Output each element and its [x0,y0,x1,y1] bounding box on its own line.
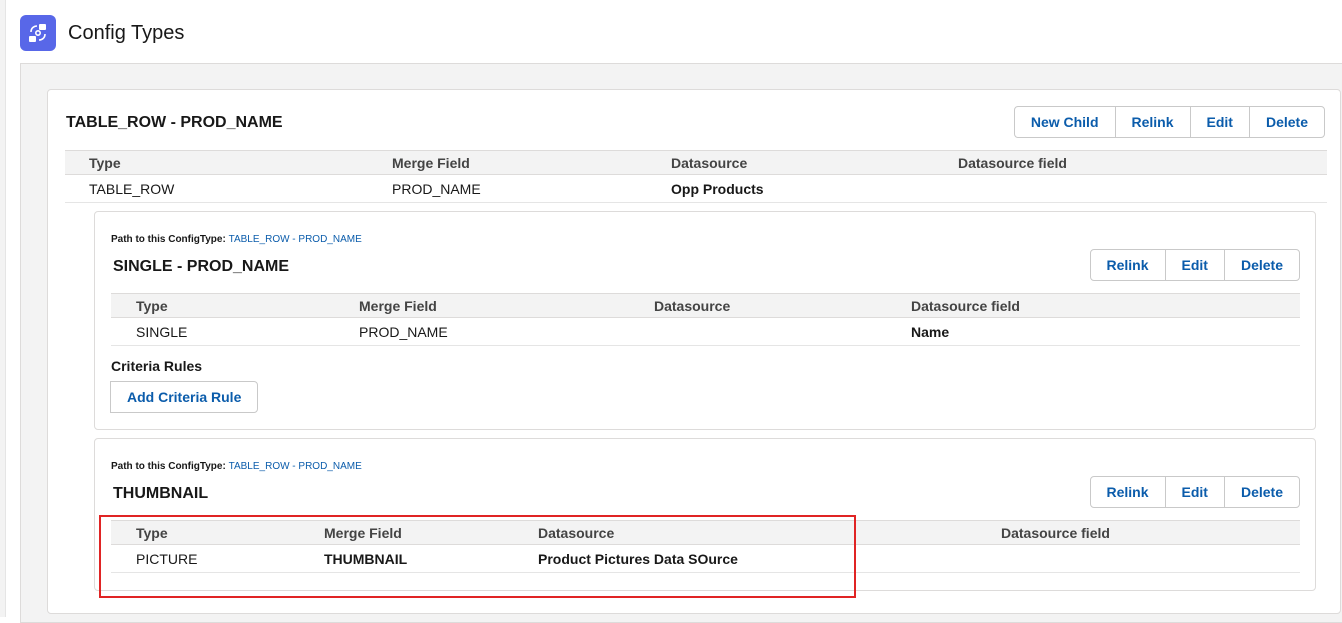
column-header: Merge Field [324,525,402,541]
cell-datasource-field: Name [911,324,950,340]
column-header: Datasource field [958,155,1067,171]
path-link[interactable]: TABLE_ROW - PROD_NAME [229,234,362,245]
table-row: SINGLE PROD_NAME Name [111,318,1300,346]
child-config-card: Path to this ConfigType: TABLE_ROW - PRO… [94,211,1316,430]
table-row: TABLE_ROW PROD_NAME Opp Products [65,175,1327,203]
edit-button[interactable]: Edit [1164,476,1225,508]
cell-type: SINGLE [136,324,188,340]
cell-merge-field: THUMBNAIL [324,551,408,567]
table-header: Type Merge Field Datasource Datasource f… [111,520,1300,545]
column-header: Merge Field [392,155,470,171]
cell-merge-field: PROD_NAME [359,324,448,340]
cell-merge-field: PROD_NAME [392,181,481,197]
relink-button[interactable]: Relink [1089,476,1166,508]
cell-type: PICTURE [136,551,198,567]
column-header: Type [136,298,168,314]
delete-button[interactable]: Delete [1223,249,1300,281]
cell-datasource: Opp Products [671,181,764,197]
config-table: Type Merge Field Datasource Datasource f… [111,520,1300,574]
table-row: PICTURE THUMBNAIL Product Pictures Data … [111,545,1300,573]
config-path: Path to this ConfigType: TABLE_ROW - PRO… [111,234,362,245]
relink-button[interactable]: Relink [1114,106,1191,138]
delete-button[interactable]: Delete [1223,476,1300,508]
config-flow-icon [20,15,56,51]
table-header: Type Merge Field Datasource Datasource f… [65,150,1327,175]
column-header: Type [89,155,121,171]
relink-button[interactable]: Relink [1089,249,1166,281]
table-header: Type Merge Field Datasource Datasource f… [111,293,1300,318]
edit-button[interactable]: Edit [1164,249,1225,281]
card-actions: New Child Relink Edit Delete [1013,106,1325,138]
card-title: TABLE_ROW - PROD_NAME [66,114,283,131]
config-table: Type Merge Field Datasource Datasource f… [111,293,1300,347]
card-actions: Relink Edit Delete [1089,476,1300,508]
column-header: Merge Field [359,298,437,314]
column-header: Datasource [654,298,731,314]
cell-datasource: Product Pictures Data SOurce [538,551,738,567]
column-header: Datasource [538,525,615,541]
cell-type: TABLE_ROW [89,181,175,197]
delete-button[interactable]: Delete [1248,106,1325,138]
left-rail [0,0,6,617]
config-path: Path to this ConfigType: TABLE_ROW - PRO… [111,461,362,472]
column-header: Datasource field [911,298,1020,314]
config-table: Type Merge Field Datasource Datasource f… [65,150,1327,204]
path-label: Path to this ConfigType: [111,461,226,472]
add-criteria-rule-button[interactable]: Add Criteria Rule [110,381,259,413]
new-child-button[interactable]: New Child [1013,106,1116,138]
card-title: THUMBNAIL [113,485,209,502]
criteria-rules-label: Criteria Rules [111,358,203,374]
card-actions: Relink Edit Delete [1089,249,1300,281]
page-header: Config Types [20,15,185,51]
path-link[interactable]: TABLE_ROW - PROD_NAME [229,461,362,472]
column-header: Type [136,525,168,541]
column-header: Datasource field [1001,525,1110,541]
card-title: SINGLE - PROD_NAME [113,258,290,275]
path-label: Path to this ConfigType: [111,234,226,245]
page-title: Config Types [68,21,185,44]
child-config-card: Path to this ConfigType: TABLE_ROW - PRO… [94,438,1316,591]
edit-button[interactable]: Edit [1189,106,1250,138]
column-header: Datasource [671,155,748,171]
